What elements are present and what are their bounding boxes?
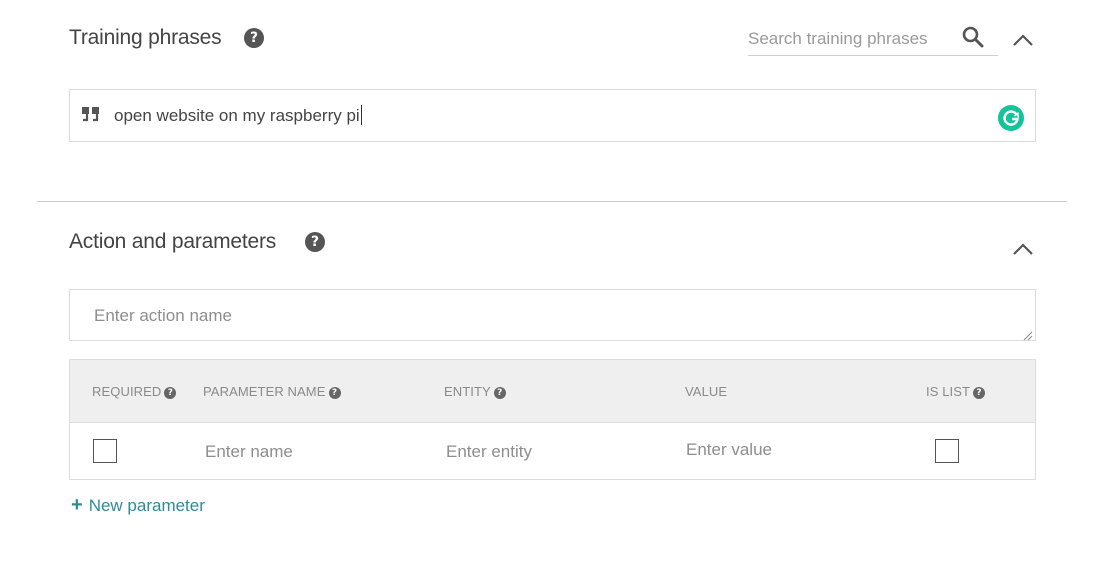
parameter-row: [69, 423, 1036, 480]
entity-header: ENTITY: [444, 384, 491, 399]
question-circle-icon[interactable]: ?: [493, 386, 506, 399]
training-phrase-row[interactable]: open website on my raspberry pi: [69, 89, 1036, 142]
question-circle-icon[interactable]: ?: [164, 386, 177, 399]
new-parameter-link[interactable]: + New parameter: [71, 494, 205, 517]
is-list-header: IS LIST: [926, 384, 971, 399]
value-header: VALUE: [685, 384, 728, 399]
search-icon[interactable]: [962, 26, 984, 53]
quote-icon: [81, 106, 101, 127]
question-circle-icon[interactable]: ?: [305, 232, 325, 252]
is-list-checkbox[interactable]: [935, 439, 959, 463]
entity-input[interactable]: [446, 442, 646, 462]
action-name-field[interactable]: [69, 289, 1036, 341]
parameter-name-input[interactable]: [205, 442, 405, 462]
grammarly-icon[interactable]: [998, 105, 1024, 131]
parameter-name-header: PARAMETER NAME: [203, 384, 326, 399]
training-phrase-text[interactable]: open website on my raspberry pi: [114, 106, 360, 125]
search-training-phrases-input[interactable]: [748, 29, 998, 56]
resize-handle-icon[interactable]: [1023, 328, 1033, 341]
parameters-table-header: REQUIRED? PARAMETER NAME? ENTITY? VALUE …: [69, 359, 1036, 423]
question-circle-icon[interactable]: ?: [973, 386, 986, 399]
section-divider: [37, 201, 1067, 202]
training-phrases-title: Training phrases: [69, 26, 222, 49]
action-name-input[interactable]: [92, 305, 996, 327]
required-checkbox[interactable]: [93, 439, 117, 463]
required-header: REQUIRED: [92, 384, 162, 399]
value-input[interactable]: [686, 440, 886, 460]
chevron-up-icon[interactable]: [1012, 242, 1034, 256]
question-circle-icon[interactable]: ?: [328, 386, 341, 399]
chevron-up-icon[interactable]: [1012, 33, 1034, 47]
plus-icon: +: [71, 494, 83, 516]
question-circle-icon[interactable]: ?: [244, 28, 264, 48]
new-parameter-label: New parameter: [88, 496, 205, 515]
action-and-parameters-title: Action and parameters: [69, 230, 277, 253]
text-cursor: [360, 105, 362, 125]
